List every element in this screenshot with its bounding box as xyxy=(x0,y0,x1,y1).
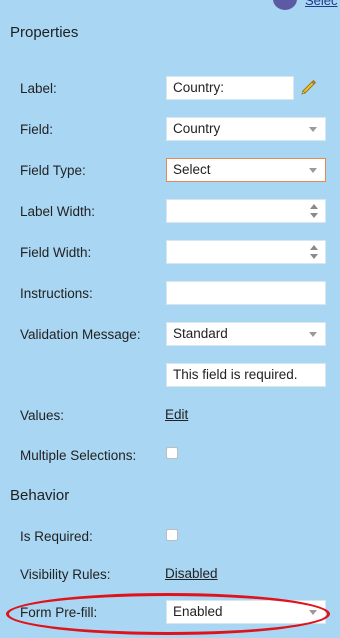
label-label: Label: xyxy=(20,81,57,96)
top-link[interactable]: Selec xyxy=(305,0,338,8)
behavior-heading: Behavior xyxy=(10,487,70,504)
multiple-selections-label: Multiple Selections: xyxy=(20,448,137,463)
label-width-label: Label Width: xyxy=(20,204,96,219)
field-select[interactable]: Country xyxy=(166,117,326,141)
field-label: Field: xyxy=(20,122,54,137)
chevron-down-icon xyxy=(309,610,317,615)
pencil-icon[interactable] xyxy=(299,78,317,96)
validation-message-input[interactable]: This field is required. xyxy=(166,363,326,387)
validation-message-select[interactable]: Standard xyxy=(166,322,326,346)
values-edit-link[interactable]: Edit xyxy=(165,407,188,422)
instructions-label: Instructions: xyxy=(20,286,93,301)
visibility-rules-label: Visibility Rules: xyxy=(20,567,111,582)
multiple-selections-checkbox[interactable] xyxy=(166,447,178,459)
instructions-input[interactable] xyxy=(166,281,326,305)
field-width-stepper[interactable] xyxy=(166,240,326,264)
is-required-checkbox[interactable] xyxy=(166,529,178,541)
spinner-arrows-icon[interactable] xyxy=(310,204,318,218)
chevron-down-icon xyxy=(309,127,317,132)
label-input[interactable]: Country: xyxy=(166,76,294,100)
label-width-stepper[interactable] xyxy=(166,199,326,223)
is-required-label: Is Required: xyxy=(20,529,93,544)
values-label: Values: xyxy=(20,408,65,423)
form-prefill-select-value: Enabled xyxy=(173,604,223,619)
form-prefill-label: Form Pre-fill: xyxy=(20,605,98,620)
validation-message-select-value: Standard xyxy=(173,326,228,341)
validation-message-label: Validation Message: xyxy=(20,327,141,342)
field-width-label: Field Width: xyxy=(20,245,92,260)
spinner-arrows-icon[interactable] xyxy=(310,245,318,259)
field-type-select-value: Select xyxy=(173,162,211,177)
visibility-rules-link[interactable]: Disabled xyxy=(165,566,218,581)
chevron-down-icon xyxy=(309,168,317,173)
field-type-label: Field Type: xyxy=(20,163,86,178)
chevron-down-icon xyxy=(309,332,317,337)
field-type-select[interactable]: Select xyxy=(166,158,326,182)
avatar-icon xyxy=(273,0,297,10)
properties-heading: Properties xyxy=(10,24,79,41)
form-prefill-select[interactable]: Enabled xyxy=(166,600,326,624)
field-select-value: Country xyxy=(173,121,221,136)
